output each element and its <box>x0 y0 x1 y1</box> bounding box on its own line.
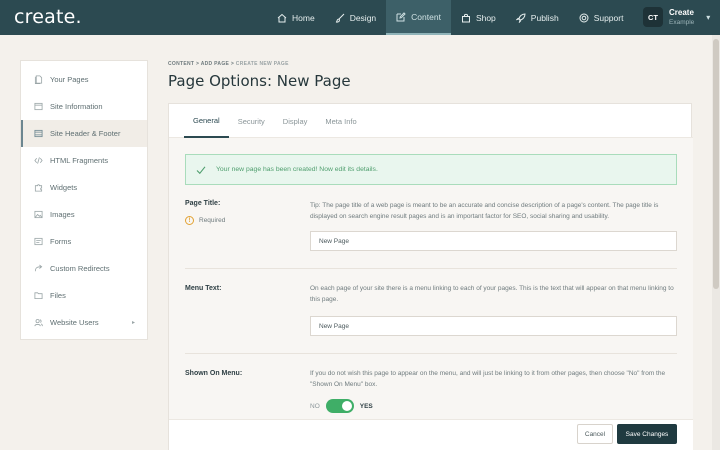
alert-message: Your new page has been created! Now edit… <box>216 166 378 173</box>
sidebar-item-site-information[interactable]: Site Information <box>21 93 147 120</box>
home-icon <box>277 13 287 22</box>
top-navigation-bar: create. Home Design Content Shop Publish… <box>0 0 720 35</box>
tab-general[interactable]: General <box>184 104 229 138</box>
sidebar-item-files[interactable]: Files <box>21 282 147 309</box>
nav-support-label: Support <box>593 12 624 23</box>
form-footer: Cancel Save Changes <box>169 419 693 450</box>
form-body[interactable]: Your new page has been created! Now edit… <box>169 138 693 419</box>
divider <box>185 268 677 269</box>
rocket-icon <box>515 12 526 23</box>
sidebar-item-forms[interactable]: Forms <box>21 228 147 255</box>
avatar: CT <box>643 7 663 27</box>
info-icon <box>34 102 43 111</box>
chevron-right-icon: ▸ <box>131 320 135 326</box>
save-changes-button[interactable]: Save Changes <box>617 424 677 444</box>
nav-home-label: Home <box>292 12 315 23</box>
nav-design-label: Design <box>349 12 377 23</box>
sidebar-item-label: Site Information <box>50 102 103 111</box>
page-options-card: General Security Display Meta Info Your … <box>168 103 693 450</box>
menu-text-help: On each page of your site there is a men… <box>310 285 674 303</box>
redirect-icon <box>34 264 43 272</box>
nav-publish[interactable]: Publish <box>506 0 569 35</box>
page-title-label: Page Title: <box>185 200 221 207</box>
page-title-input[interactable] <box>310 231 677 251</box>
menu-text-label: Menu Text: <box>185 285 222 292</box>
nav-home[interactable]: Home <box>267 0 325 35</box>
folder-icon <box>34 292 43 300</box>
sidebar-item-images[interactable]: Images <box>21 201 147 228</box>
layout-icon <box>34 129 43 138</box>
nav-design[interactable]: Design <box>325 0 386 35</box>
sidebar-item-your-pages[interactable]: Your Pages <box>21 66 147 93</box>
shown-on-menu-label: Shown On Menu: <box>185 370 243 377</box>
users-icon <box>34 319 43 327</box>
shown-on-menu-toggle[interactable] <box>325 399 354 413</box>
success-alert: Your new page has been created! Now edit… <box>185 154 677 185</box>
chevron-down-icon: ▾ <box>706 12 711 22</box>
check-icon <box>196 165 206 174</box>
sidebar-item-label: Custom Redirects <box>50 264 110 273</box>
required-label: Required <box>199 217 226 224</box>
sidebar-item-label: Images <box>50 210 75 219</box>
shown-on-menu-toggle-row: NO YES <box>310 399 373 413</box>
required-indicator: ! Required <box>185 216 225 225</box>
sidebar-item-site-header-footer[interactable]: Site Header & Footer <box>21 120 147 147</box>
sidebar-item-label: Website Users <box>50 318 99 327</box>
breadcrumb-item-content[interactable]: CONTENT <box>168 61 194 67</box>
sidebar-item-label: Forms <box>50 237 72 246</box>
warning-icon: ! <box>185 216 194 225</box>
page-title: Page Options: New Page <box>168 72 351 90</box>
form-icon <box>34 237 43 246</box>
cancel-button[interactable]: Cancel <box>577 424 613 444</box>
user-subtitle: Example <box>669 18 695 26</box>
scrollbar-thumb[interactable] <box>713 39 719 289</box>
breadcrumb-item-add-page[interactable]: ADD PAGE <box>201 61 229 67</box>
create-logo[interactable]: create. <box>14 6 82 28</box>
nav-publish-label: Publish <box>530 12 559 23</box>
sidebar-item-custom-redirects[interactable]: Custom Redirects <box>21 255 147 282</box>
breadcrumb: CONTENT > ADD PAGE > CREATE NEW PAGE <box>168 61 289 67</box>
bag-icon <box>461 13 470 22</box>
nav-support[interactable]: Support <box>569 0 634 35</box>
toggle-off-label: NO <box>310 402 320 410</box>
brush-icon <box>335 13 345 23</box>
tab-security[interactable]: Security <box>229 104 274 138</box>
breadcrumb-separator: > <box>195 61 200 67</box>
tab-bar: General Security Display Meta Info <box>169 104 693 138</box>
pages-icon <box>34 75 43 84</box>
edit-icon <box>396 11 406 21</box>
nav-shop[interactable]: Shop <box>451 0 506 35</box>
toggle-on-label: YES <box>359 402 373 410</box>
sidebar-item-html-fragments[interactable]: HTML Fragments <box>21 147 147 174</box>
sidebar-item-website-users[interactable]: Website Users ▸ <box>21 309 147 336</box>
tab-display[interactable]: Display <box>274 104 317 138</box>
tab-meta-info[interactable]: Meta Info <box>316 104 365 138</box>
menu-text-input[interactable] <box>310 316 677 336</box>
nav-content[interactable]: Content <box>386 0 451 35</box>
toggle-knob <box>341 401 352 411</box>
page-scrollbar[interactable] <box>712 35 720 450</box>
shown-on-menu-help: If you do not wish this page to appear o… <box>310 370 666 388</box>
sidebar-item-label: HTML Fragments <box>50 156 109 165</box>
lifebuoy-icon <box>579 13 589 22</box>
puzzle-icon <box>34 184 43 192</box>
sidebar-item-label: Your Pages <box>50 75 89 84</box>
user-name: Create <box>669 7 694 17</box>
breadcrumb-separator: > <box>230 61 235 67</box>
code-icon <box>34 157 43 164</box>
sidebar-item-label: Files <box>50 291 66 300</box>
nav-content-label: Content <box>411 11 441 22</box>
divider <box>185 353 677 354</box>
sidebar-item-label: Widgets <box>50 183 78 192</box>
main-nav: Home Design Content Shop Publish Support <box>267 0 633 35</box>
sidebar-item-widgets[interactable]: Widgets <box>21 174 147 201</box>
nav-shop-label: Shop <box>475 12 496 23</box>
image-icon <box>34 210 43 219</box>
user-menu[interactable]: CT Create Example ▾ <box>643 7 710 27</box>
sidebar: Your Pages Site Information Site Header … <box>20 60 148 340</box>
user-info: Create Example <box>669 8 694 27</box>
breadcrumb-item-current: CREATE NEW PAGE <box>235 61 289 67</box>
sidebar-item-label: Site Header & Footer <box>50 129 121 138</box>
page-title-help: Tip: The page title of a web page is mea… <box>310 202 659 220</box>
